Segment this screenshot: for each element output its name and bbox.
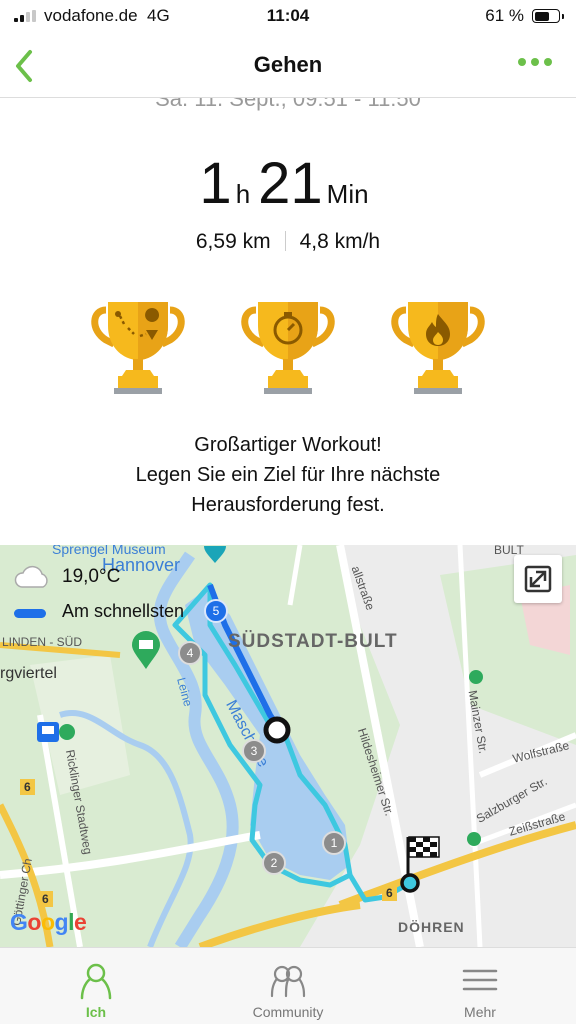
road-shield-6: 6 [38,891,53,907]
km-marker[interactable]: 1 [322,831,346,855]
tab-mehr[interactable]: Mehr [384,948,576,1024]
map-label-sprengel: Sprengel Museum [52,545,166,557]
district-suedstadt-bult: SÜDSTADT-BULT [228,631,398,652]
message-title: Großartiger Workout! [194,434,382,456]
message-line-1: Legen Sie ein Ziel für Ihre nächste [135,464,441,486]
tab-community[interactable]: Community [192,948,384,1024]
person-icon [80,963,112,1000]
duration-minutes-unit: Min [326,179,369,209]
google-logo-letter: o [27,909,41,935]
duration-minutes: 21 [258,151,323,216]
duration-hours: 1 [199,151,232,216]
map-label-linden-sued: LINDEN - SÜD [2,635,83,649]
expand-icon [524,565,552,593]
google-logo: Google [10,909,87,936]
metrics-divider [284,231,286,251]
sbahn-icon[interactable] [58,723,76,741]
workout-metrics: 6,59 km 4,8 km/h [0,230,576,254]
trophy-row [0,296,576,400]
route-start-marker-icon[interactable] [262,715,292,745]
route-trophy-icon[interactable] [88,296,188,396]
tab-bar: Ich Community Mehr [0,947,576,1024]
tab-label: Ich [85,1004,107,1020]
road-shield-6: 6 [382,885,397,901]
finish-flag-icon[interactable] [398,833,444,895]
fastest-legend-label: Am schnellsten [62,601,185,621]
km-marker-fastest[interactable]: 5 [204,599,228,623]
expand-map-button[interactable] [514,555,562,603]
park-poi-icon[interactable] [130,631,162,671]
km-marker[interactable]: 2 [262,851,286,875]
more-dots-icon [518,58,526,66]
workout-duration: 1 h 21 Min [0,150,576,217]
tab-ich[interactable]: Ich [0,948,192,1024]
more-options-button[interactable] [518,58,552,66]
tab-label: Mehr [464,1004,496,1020]
status-bar: vodafone.de 4G 11:04 61 % [0,0,576,36]
km-marker[interactable]: 4 [178,641,202,665]
battery-icon [532,9,564,23]
page-title: Gehen [253,52,323,77]
stopwatch-trophy-icon[interactable] [238,296,338,396]
route-map[interactable]: SÜDSTADT-BULT DÖHREN Hannover Sprengel M… [0,545,576,947]
tab-label: Community [252,1004,324,1020]
museum-poi-icon[interactable] [200,545,230,563]
menu-icon [462,969,498,991]
map-label-rgviertel: rgviertel [0,665,57,682]
train-station-icon[interactable] [36,721,60,743]
district-doehren: DÖHREN [398,919,465,935]
navigation-bar: Gehen [0,36,576,98]
google-logo-letter: G [10,909,28,935]
road-shield-6: 6 [20,779,35,795]
temperature-label: 19,0°C [62,566,121,587]
google-logo-letter: o [40,909,55,935]
cloud-icon [14,565,48,588]
message-line-2: Herausforderung fest. [191,494,385,516]
speed-value: 4,8 km/h [299,230,381,253]
google-logo-letter: e [73,909,87,935]
flame-trophy-icon[interactable] [388,296,488,396]
sbahn-icon[interactable] [468,669,484,685]
sbahn-icon[interactable] [466,831,482,847]
duration-hours-unit: h [235,179,251,209]
motivation-message: Großartiger Workout! Legen Sie ein Ziel … [0,430,576,520]
community-icon [270,965,306,998]
battery-percent: 61 % [485,6,524,25]
fastest-legend-swatch [14,609,46,618]
battery-fill [534,11,549,21]
google-logo-letter: g [54,909,69,935]
distance-value: 6,59 km [195,230,271,253]
